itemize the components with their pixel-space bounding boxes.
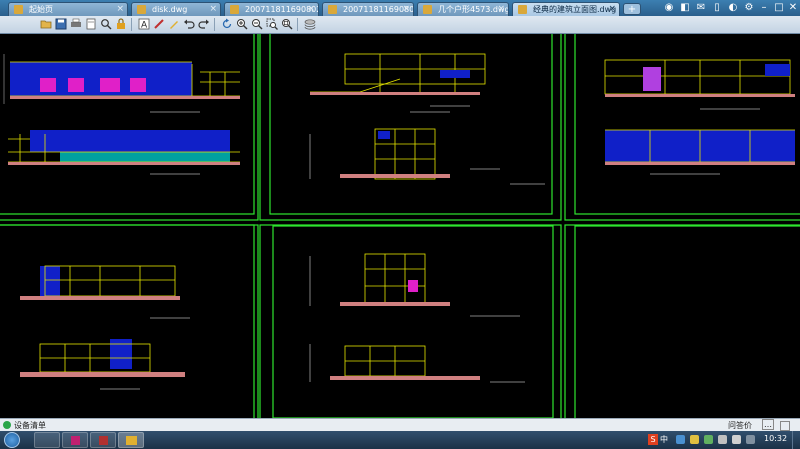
minimize-icon[interactable]: –: [757, 2, 771, 14]
dwg-file-icon: [137, 5, 146, 14]
close-icon[interactable]: ×: [209, 3, 217, 16]
zoom-out-icon[interactable]: [251, 18, 263, 30]
network-icon[interactable]: [718, 435, 727, 444]
sheet-frame-2-inner: [269, 34, 553, 215]
app-icon: [71, 436, 80, 445]
rotate-icon[interactable]: [221, 18, 233, 30]
sheet-frame-3-inner: [574, 34, 800, 215]
ime-icon[interactable]: S: [648, 434, 658, 445]
mail-icon[interactable]: ✉: [694, 2, 708, 14]
dwg-file-icon: [328, 5, 337, 14]
books-taskbar-item[interactable]: [90, 432, 116, 448]
chat-icon[interactable]: …: [762, 419, 774, 430]
close-icon[interactable]: ×: [497, 3, 505, 16]
text-icon[interactable]: A: [138, 18, 150, 30]
tab-floor-plans[interactable]: 几个户形4573.dwg ×: [417, 2, 509, 16]
user-icon[interactable]: ◉: [662, 2, 676, 14]
tray-icon-3[interactable]: [704, 435, 713, 444]
drawing-canvas[interactable]: [0, 34, 800, 418]
status-bar: 设备清单 问答价 …: [0, 418, 800, 432]
books-icon: [99, 436, 108, 445]
explorer-taskbar-item[interactable]: [34, 432, 60, 448]
sheet-frame-3: [564, 34, 800, 221]
close-icon[interactable]: ×: [307, 3, 315, 16]
elevation-e: [20, 265, 190, 319]
qa-link[interactable]: 问答价: [728, 420, 752, 431]
ime-mode[interactable]: 中: [660, 434, 668, 445]
home-icon: [14, 5, 23, 14]
status-ok-icon: [3, 421, 11, 429]
app-taskbar-item[interactable]: [62, 432, 88, 448]
sheet-frame-5-inner: [272, 225, 554, 418]
clock[interactable]: 10:32: [764, 434, 787, 443]
save-icon[interactable]: [55, 18, 67, 30]
section-4: [309, 344, 525, 383]
tab-drawing-1[interactable]: 20071181169080253...×: [224, 2, 319, 16]
close-icon[interactable]: ×: [116, 3, 124, 16]
tab-disk-dwg[interactable]: disk.dwg ×: [131, 2, 221, 16]
window-close-icon[interactable]: ✕: [786, 2, 800, 14]
cad-viewer-taskbar-item[interactable]: [118, 432, 144, 448]
layout-icon[interactable]: [780, 421, 790, 431]
close-icon[interactable]: ×: [402, 3, 410, 16]
close-icon[interactable]: ×: [608, 3, 616, 16]
open-icon[interactable]: [40, 18, 52, 30]
sheet-frame-2: [259, 34, 562, 221]
cart-icon[interactable]: ◧: [678, 2, 692, 14]
cad-drawing: [0, 34, 800, 418]
flag-icon[interactable]: [746, 435, 755, 444]
undo-icon[interactable]: [183, 18, 195, 30]
zoom-window-icon[interactable]: [266, 18, 278, 30]
zoom-extents-icon[interactable]: [281, 18, 293, 30]
cad-viewer-icon: [126, 436, 137, 445]
print-preview-icon[interactable]: [85, 18, 97, 30]
layer-icon[interactable]: [304, 18, 316, 30]
elevation-f: [20, 339, 185, 390]
sheet-frame-6-inner: [574, 225, 800, 418]
lock-icon[interactable]: [115, 18, 127, 30]
dwg-file-icon: [230, 5, 239, 14]
sheet-frame-1-inner: [0, 34, 255, 215]
phone-icon[interactable]: ▯: [710, 2, 724, 14]
tab-elevation-drawing[interactable]: 经典的建筑立面图.dwg ×: [512, 2, 620, 16]
dwg-file-icon: [518, 5, 527, 14]
sheet-frame-6: [564, 224, 800, 418]
show-desktop-button[interactable]: [792, 431, 800, 449]
start-button[interactable]: [4, 432, 20, 448]
tray-icon-2[interactable]: [690, 435, 699, 444]
toolbar: A: [0, 16, 800, 34]
tray-icon-1[interactable]: [676, 435, 685, 444]
new-tab-button[interactable]: +: [623, 3, 641, 15]
color-icon[interactable]: [168, 18, 180, 30]
tab-bar: 起始页× disk.dwg× 20071181169080253...× 200…: [0, 0, 800, 16]
tab-start-page[interactable]: 起始页 ×: [8, 2, 128, 16]
elevation-c: [604, 59, 795, 110]
redo-icon[interactable]: [198, 18, 210, 30]
elevation-b: [8, 111, 240, 175]
section-3: [309, 253, 520, 317]
skin-icon[interactable]: ◐: [726, 2, 740, 14]
elevation-a: [3, 54, 240, 104]
section-1: [310, 53, 486, 113]
elevation-d: [605, 129, 795, 175]
taskbar: S 中 10:32: [0, 431, 800, 449]
find-icon[interactable]: [100, 18, 112, 30]
svg-text:A: A: [141, 21, 148, 31]
status-text[interactable]: 设备清单: [14, 420, 46, 431]
maximize-icon[interactable]: □: [772, 2, 786, 14]
section-2: [309, 128, 545, 185]
print-icon[interactable]: [70, 18, 82, 30]
pen-icon[interactable]: [153, 18, 165, 30]
dwg-file-icon: [423, 5, 432, 14]
settings-icon[interactable]: ⚙: [742, 2, 756, 14]
zoom-in-icon[interactable]: [236, 18, 248, 30]
tab-drawing-2[interactable]: 20071181169080253...×: [322, 2, 414, 16]
volume-icon[interactable]: [732, 435, 741, 444]
